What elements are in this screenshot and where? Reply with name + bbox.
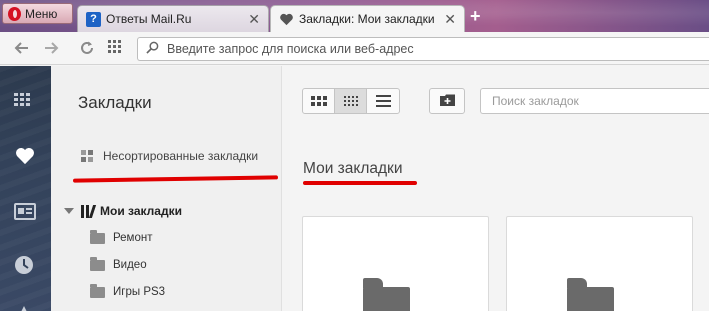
large-tiles-view-button[interactable]: [303, 89, 335, 113]
folder-label: Видео: [113, 259, 147, 271]
history-icon[interactable]: [14, 255, 34, 278]
tree-root-label: Мои закладки: [100, 204, 182, 218]
list-icon: [375, 95, 391, 107]
tab-bookmarks[interactable]: Закладки: Мои закладки ✕: [270, 5, 465, 32]
red-underline-annotation: [303, 181, 417, 185]
bookmarks-nav-panel: Закладки Несортированные закладки Мои за…: [51, 66, 282, 311]
close-icon[interactable]: ✕: [444, 11, 456, 28]
small-tiles-view-button[interactable]: [335, 89, 367, 113]
list-view-button[interactable]: [367, 89, 399, 113]
extensions-icon[interactable]: [14, 303, 34, 311]
address-input[interactable]: Введите запрос для поиска или веб-адрес: [137, 37, 709, 61]
folder-icon: [90, 283, 105, 298]
opera-logo-icon: [8, 6, 21, 21]
expand-triangle-icon[interactable]: [64, 208, 74, 214]
large-grid-icon: [310, 96, 327, 106]
reload-icon[interactable]: [79, 40, 95, 60]
folder-item-remont[interactable]: Ремонт: [90, 229, 153, 244]
bookmark-search-placeholder: Поиск закладок: [492, 94, 579, 108]
address-bar: Введите запрос для поиска или веб-адрес: [0, 32, 709, 65]
folder-item-ps3-games[interactable]: Игры PS3: [90, 283, 166, 298]
folder-icon: [567, 278, 614, 311]
folder-icon: [90, 256, 105, 271]
heart-icon: [279, 12, 294, 27]
menu-label: Меню: [25, 6, 58, 21]
unsorted-bookmarks-item[interactable]: Несортированные закладки: [81, 149, 258, 163]
address-placeholder: Введите запрос для поиска или веб-адрес: [167, 42, 414, 56]
back-arrow-icon[interactable]: [14, 40, 30, 60]
unsorted-icon: [81, 150, 93, 162]
folder-card[interactable]: [506, 216, 693, 311]
view-mode-switcher: [302, 88, 400, 114]
folder-card[interactable]: [302, 216, 489, 311]
mailru-answers-icon: ?: [86, 11, 101, 27]
close-icon[interactable]: ✕: [248, 11, 260, 28]
bookmarks-heading: Закладки: [78, 93, 152, 112]
new-tab-button[interactable]: +: [470, 6, 481, 27]
folder-icon: [90, 229, 105, 244]
heart-icon[interactable]: [14, 146, 36, 169]
search-icon: [146, 41, 159, 57]
folder-item-video[interactable]: Видео: [90, 256, 147, 271]
tab-title: Ответы Mail.Ru: [106, 12, 192, 26]
folder-label: Игры PS3: [113, 286, 166, 298]
tab-title: Закладки: Мои закладки: [299, 12, 435, 26]
add-folder-icon: [439, 94, 455, 109]
news-icon[interactable]: [14, 203, 36, 224]
opera-menu-button[interactable]: Меню: [2, 3, 73, 24]
forward-arrow-icon[interactable]: [43, 40, 59, 60]
my-bookmarks-tree-root[interactable]: Мои закладки: [64, 204, 182, 218]
bookmark-search-input[interactable]: Поиск закладок: [480, 88, 709, 114]
add-folder-button[interactable]: [429, 88, 465, 114]
folder-icon: [363, 278, 410, 311]
opera-sidebar: [0, 66, 51, 311]
tab-mail-answers[interactable]: ? Ответы Mail.Ru ✕: [77, 5, 269, 32]
speed-dial-grid-icon[interactable]: [108, 40, 122, 58]
folder-label: Ремонт: [113, 232, 153, 244]
red-underline-annotation: [72, 175, 279, 183]
small-grid-icon: [343, 96, 358, 106]
bookmarks-bars-icon: [81, 204, 97, 218]
page-title: Мои закладки: [303, 160, 403, 177]
unsorted-label: Несортированные закладки: [103, 149, 259, 163]
bookmarks-main: Поиск закладок Мои закладки: [283, 66, 709, 311]
speed-dial-icon[interactable]: [14, 93, 34, 109]
